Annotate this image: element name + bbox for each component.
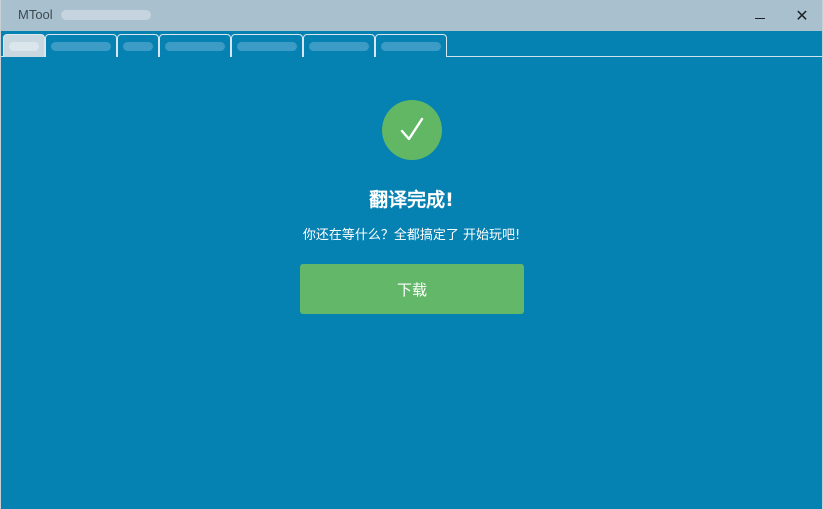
- tab-3[interactable]: [117, 34, 159, 57]
- tab-label: [9, 42, 39, 51]
- minimize-icon: [755, 18, 765, 19]
- tab-bar: [1, 31, 822, 57]
- tab-4[interactable]: [159, 34, 231, 57]
- main-content: 翻译完成! 你还在等什么？全都搞定了 开始玩吧! 下载: [1, 58, 822, 509]
- app-window: MTool ✕ 翻译完成! 你还在等什么？全都搞定了 开始玩吧! 下载: [0, 0, 823, 509]
- tab-7[interactable]: [375, 34, 447, 57]
- tab-1[interactable]: [3, 34, 45, 57]
- tab-label: [309, 42, 369, 51]
- tab-6[interactable]: [303, 34, 375, 57]
- title-bar[interactable]: MTool ✕: [1, 0, 822, 31]
- tab-label: [123, 42, 153, 51]
- close-icon: ✕: [795, 6, 809, 25]
- window-title-redacted: [61, 10, 151, 20]
- tab-label: [165, 42, 225, 51]
- tab-5[interactable]: [231, 34, 303, 57]
- close-button[interactable]: ✕: [779, 0, 822, 31]
- tab-label: [237, 42, 297, 51]
- tab-label: [381, 42, 441, 51]
- download-button[interactable]: 下载: [300, 264, 524, 314]
- completion-heading: 翻译完成!: [369, 189, 454, 211]
- minimize-button[interactable]: [737, 0, 783, 31]
- checkmark-icon: [400, 117, 424, 141]
- tab-2[interactable]: [45, 34, 117, 57]
- tab-label: [51, 42, 111, 51]
- completion-message: 你还在等什么？全都搞定了 开始玩吧!: [302, 228, 521, 243]
- window-title: MTool: [18, 7, 53, 22]
- success-badge: [382, 100, 442, 160]
